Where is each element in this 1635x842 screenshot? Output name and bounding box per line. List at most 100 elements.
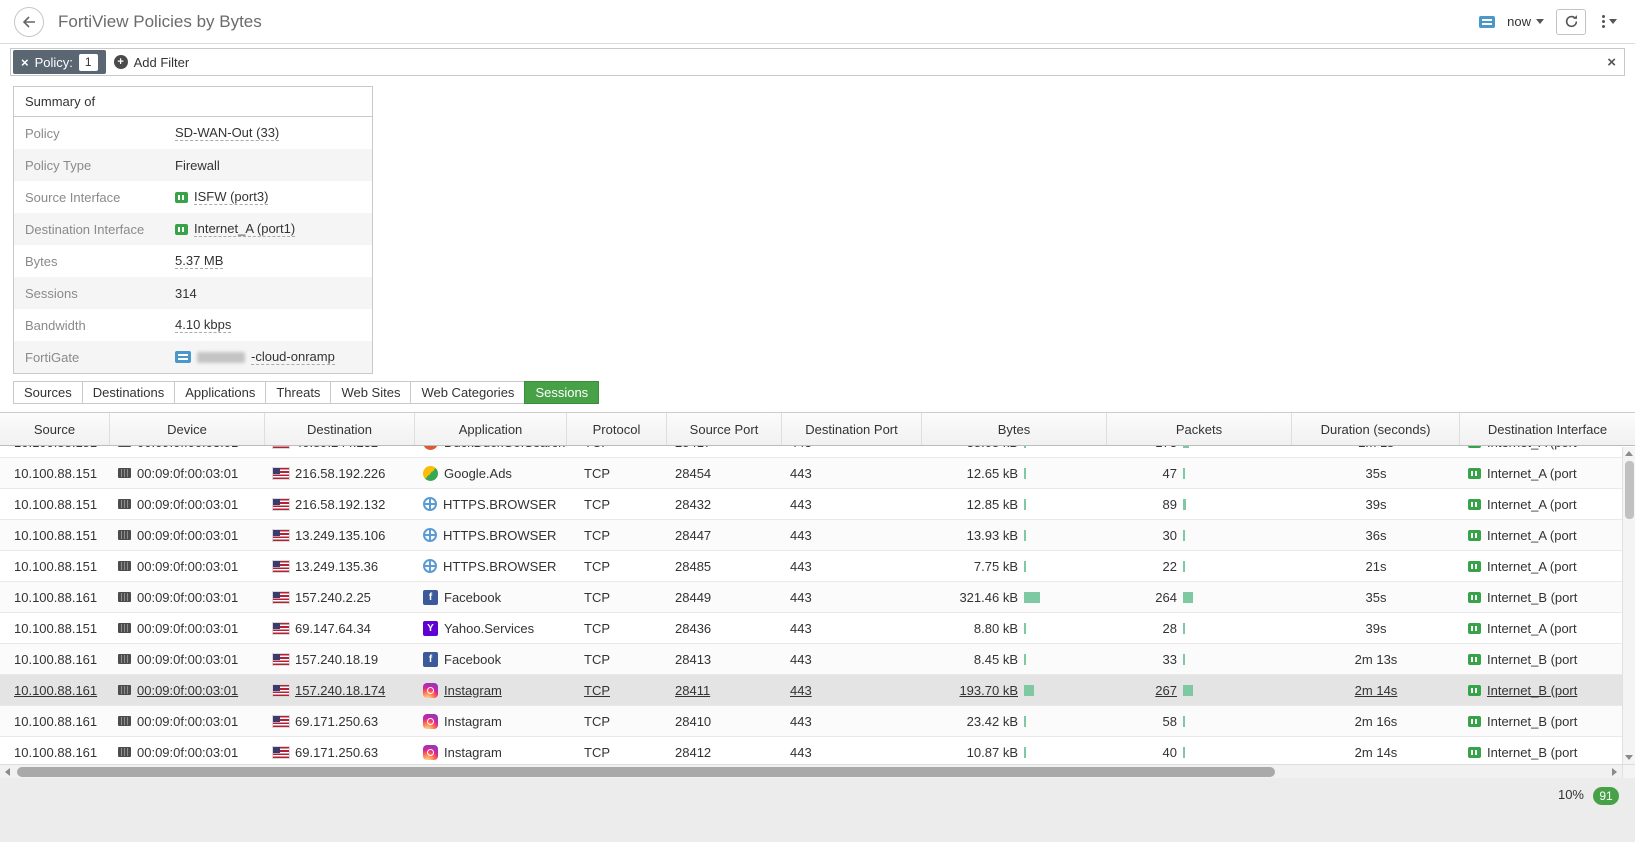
device-icon [118,623,131,633]
tab-applications[interactable]: Applications [174,381,267,404]
table-cell: Internet_B (port [1460,737,1622,764]
summary-value[interactable]: 4.10 kbps [175,317,232,333]
cell-text: 443 [790,713,812,729]
table-cell: TCP [567,644,667,674]
column-header-application[interactable]: Application [415,413,567,445]
tab-sources[interactable]: Sources [13,381,83,404]
filter-chip-count: 1 [78,53,98,71]
column-header-duration-seconds-[interactable]: Duration (seconds) [1292,413,1460,445]
summary-row: Policy Type Firewall [14,149,372,181]
more-options-button[interactable] [1598,15,1621,28]
summary-label: Bytes [25,253,58,269]
summary-value[interactable]: Internet_A (port1) [175,221,296,237]
vertical-scrollbar-thumb[interactable] [1624,461,1634,519]
cell-text: 28413 [675,651,712,667]
policy-filter-chip[interactable]: × Policy: 1 [13,50,106,74]
cell-text: 00:09:0f:00:03:01 [137,713,239,729]
session-row[interactable]: 10.100.88.161 00:09:0f:00:03:01 157.240.2.… [0,582,1622,613]
summary-value[interactable]: -cloud-onramp [175,349,335,365]
us-flag-icon [272,528,290,542]
add-filter-button[interactable]: + Add Filter [113,55,189,70]
session-row[interactable]: 10.100.88.151 00:09:0f:00:03:01 40.89.244.… [0,446,1622,458]
value-bar [1183,715,1185,727]
summary-value-text: Internet_A (port1) [194,221,296,237]
table-cell: 00:09:0f:00:03:01 [110,737,265,764]
table-cell: 00:09:0f:00:03:01 [110,675,265,705]
cell-text: 28411 [675,682,711,698]
session-row[interactable]: 10.100.88.151 00:09:0f:00:03:01 13.249.135… [0,551,1622,582]
time-range-dropdown[interactable]: now [1507,14,1544,29]
back-button[interactable] [14,6,44,37]
cell-text: 28432 [675,496,712,512]
cell-text: 35s [1365,465,1387,481]
session-row[interactable]: 10.100.88.161 00:09:0f:00:03:01 69.171.250… [0,737,1622,764]
horizontal-scrollbar-track[interactable] [15,765,1607,779]
table-body: 10.100.88.151 00:09:0f:00:03:01 40.89.244.… [0,446,1622,764]
summary-value[interactable]: ISFW (port3) [175,189,269,205]
tab-web-categories[interactable]: Web Categories [410,381,526,404]
session-row[interactable]: 10.100.88.161 00:09:0f:00:03:01 157.240.18… [0,675,1622,706]
table-cell: TCP [567,551,667,581]
scroll-left-icon[interactable] [5,767,10,776]
summary-row: FortiGate -cloud-onramp [14,341,372,373]
session-row[interactable]: 10.100.88.151 00:09:0f:00:03:01 13.249.135… [0,520,1622,551]
value-bar [1024,498,1026,510]
summary-label: FortiGate [25,349,80,365]
tab-sessions[interactable]: Sessions [524,381,600,404]
session-row[interactable]: 10.100.88.151 00:09:0f:00:03:01 216.58.192… [0,458,1622,489]
table-cell: 39s [1292,489,1460,519]
column-header-source-port[interactable]: Source Port [667,413,782,445]
cell-text: 443 [790,527,812,543]
cell-text: Internet_A (port [1487,527,1577,543]
column-header-packets[interactable]: Packets [1107,413,1292,445]
scroll-right-icon[interactable] [1612,767,1617,776]
horizontal-scrollbar-thumb[interactable] [17,766,1275,777]
cell-text: 00:09:0f:00:03:01 [137,465,239,481]
table-cell: 7.75 kB [922,551,1107,581]
tab-web-sites[interactable]: Web Sites [330,381,412,404]
table-cell: 267 [1107,675,1292,705]
tab-destinations[interactable]: Destinations [81,381,176,404]
table-cell: 69.171.250.63 [265,706,415,736]
cell-text: 216.58.192.226 [295,465,386,481]
table-cell: 28447 [667,520,782,550]
cell-text: 69.171.250.63 [295,744,379,760]
table-cell: 00:09:0f:00:03:01 [110,613,265,643]
column-header-device[interactable]: Device [110,413,265,445]
summary-row: Bandwidth 4.10 kbps [14,309,372,341]
table-cell: Internet_A (port [1460,458,1622,488]
table-cell: TCP [567,737,667,764]
column-header-bytes[interactable]: Bytes [922,413,1107,445]
summary-value[interactable]: 5.37 MB [175,253,224,269]
horizontal-scrollbar[interactable] [0,764,1635,779]
column-header-source[interactable]: Source [0,413,110,445]
column-header-destination-interface[interactable]: Destination Interface [1460,413,1635,445]
column-header-destination[interactable]: Destination [265,413,415,445]
summary-value[interactable]: SD-WAN-Out (33) [175,125,280,141]
value-bar [1024,446,1026,448]
interface-icon [1468,498,1481,510]
vertical-scrollbar[interactable] [1622,447,1635,764]
remove-filter-icon[interactable]: × [21,55,29,70]
tab-threats[interactable]: Threats [265,381,332,404]
facebook-icon: f [423,589,438,605]
session-row[interactable]: 10.100.88.151 00:09:0f:00:03:01 69.147.64.… [0,613,1622,644]
session-row[interactable]: 10.100.88.161 00:09:0f:00:03:01 157.240.18… [0,644,1622,675]
us-flag-icon [272,683,290,697]
session-row[interactable]: 10.100.88.151 00:09:0f:00:03:01 216.58.192… [0,489,1622,520]
summary-value: 314 [175,286,197,301]
table-cell: 89 [1107,489,1292,519]
cell-text: TCP [584,682,610,698]
scroll-down-icon[interactable] [1625,755,1633,760]
refresh-button[interactable] [1556,8,1586,35]
value-bar [1183,653,1185,665]
session-row[interactable]: 10.100.88.161 00:09:0f:00:03:01 69.171.250… [0,706,1622,737]
column-header-destination-port[interactable]: Destination Port [782,413,922,445]
cell-text: 10.100.88.151 [14,558,98,574]
clear-filters-icon[interactable]: × [1607,54,1616,71]
table-cell: 28454 [667,458,782,488]
cell-text: Internet_A (port [1487,496,1577,512]
cell-text: 193.70 kB [959,682,1018,698]
column-header-protocol[interactable]: Protocol [567,413,667,445]
scroll-up-icon[interactable] [1625,451,1633,456]
